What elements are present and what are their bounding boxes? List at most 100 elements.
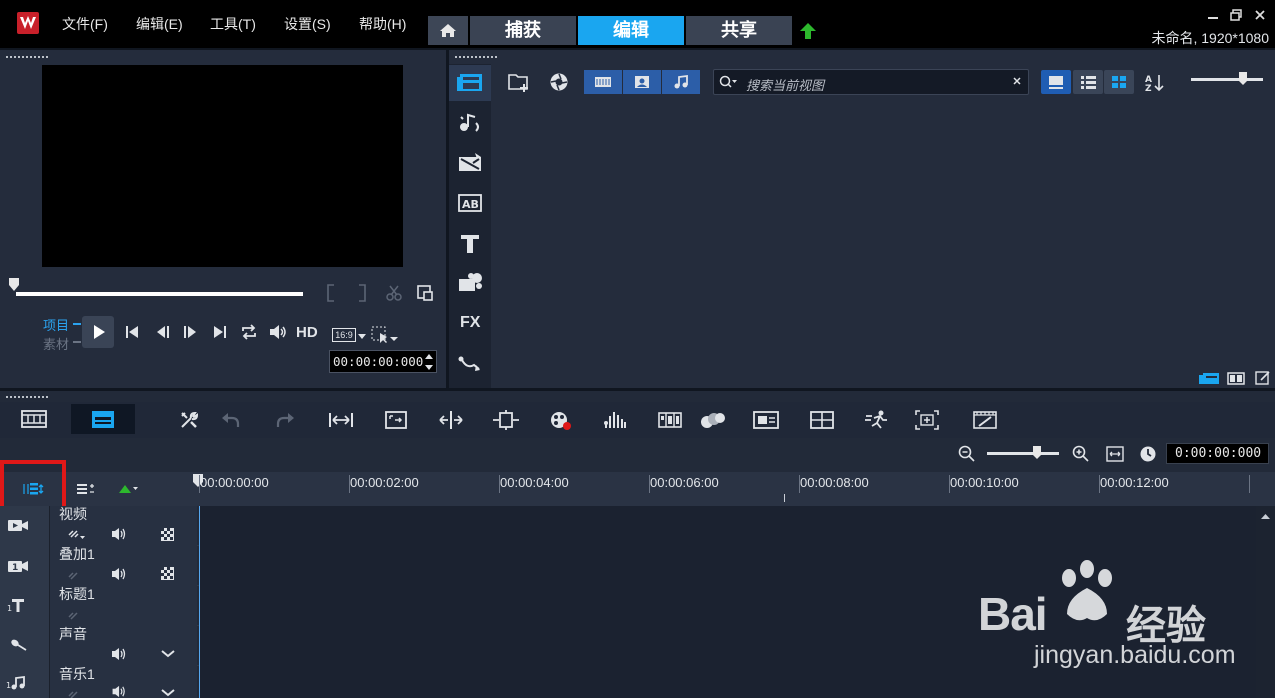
fit-project-icon[interactable] (328, 410, 354, 430)
menu-settings[interactable]: 设置(S) (284, 14, 331, 34)
clear-search-icon[interactable] (1012, 76, 1022, 86)
redo-icon[interactable] (275, 410, 295, 430)
fit-timeline-icon[interactable] (1106, 446, 1124, 462)
enlarge-preview-icon[interactable] (416, 284, 434, 302)
panel-grip[interactable] (5, 395, 49, 399)
mode-clip[interactable]: 素材 (43, 334, 69, 353)
timeline-timecode[interactable]: 0:00:00:000 (1166, 443, 1269, 464)
volume-icon[interactable] (268, 323, 288, 341)
mark-in-icon[interactable] (326, 284, 336, 302)
scrubber-track[interactable] (16, 292, 303, 296)
scrubber-handle[interactable] (8, 277, 20, 293)
filter-video-button[interactable] (584, 70, 622, 94)
thumbnail-view-button[interactable] (1041, 70, 1071, 94)
go-to-end-icon[interactable] (212, 324, 228, 340)
vertical-scrollbar[interactable] (1256, 506, 1275, 698)
link-icon[interactable] (66, 686, 80, 698)
zoom-out-icon[interactable] (958, 445, 976, 463)
sidebar-graphic[interactable] (449, 265, 491, 301)
mute-icon[interactable] (111, 647, 129, 661)
subtitle-editor-icon[interactable] (753, 410, 779, 430)
sidebar-filter[interactable]: FX (449, 305, 491, 341)
link-icon[interactable] (66, 607, 80, 621)
sidebar-instant-project[interactable] (449, 105, 491, 141)
sidebar-title[interactable]: AB (449, 185, 491, 221)
home-button[interactable] (428, 16, 468, 45)
thumbnail-size-handle[interactable] (1239, 72, 1247, 86)
sidebar-path[interactable] (449, 345, 491, 381)
minimize-icon[interactable] (1207, 9, 1219, 21)
music-track-button[interactable]: 1 (0, 666, 50, 698)
aspect-dropdown-icon[interactable] (358, 334, 366, 340)
thumbnail-size-slider[interactable] (1191, 78, 1263, 81)
split-screen-icon[interactable] (438, 410, 464, 430)
mute-icon[interactable] (111, 567, 129, 581)
library-panel-icon[interactable] (1198, 370, 1220, 386)
panel-grip[interactable] (5, 55, 49, 59)
sidebar-transition[interactable] (449, 145, 491, 181)
go-to-start-icon[interactable] (124, 324, 140, 340)
record-screen-icon[interactable] (384, 410, 408, 430)
timeline-zoom-slider[interactable] (987, 452, 1059, 455)
mute-icon[interactable] (111, 527, 129, 541)
mark-out-icon[interactable] (357, 284, 367, 302)
menu-edit[interactable]: 编辑(E) (136, 14, 183, 34)
link-icon[interactable] (66, 567, 80, 581)
timecode-stepper-icon[interactable] (424, 352, 434, 372)
color-grading-icon[interactable] (700, 410, 726, 430)
zoom-in-icon[interactable] (1072, 445, 1090, 463)
audio-waveform-icon[interactable] (603, 410, 627, 430)
track-content[interactable] (200, 666, 1256, 698)
tab-share[interactable]: 共享 (686, 16, 792, 45)
track-content[interactable] (200, 506, 1256, 546)
next-frame-icon[interactable] (182, 324, 198, 340)
capture-aperture-icon[interactable] (549, 72, 569, 92)
menu-help[interactable]: 帮助(H) (359, 14, 406, 34)
video-track-button[interactable] (0, 506, 50, 546)
aspect-ratio-button[interactable]: 16:9 (332, 328, 356, 342)
grid-template-icon[interactable] (810, 410, 834, 430)
mute-icon[interactable] (111, 685, 129, 698)
sort-icon[interactable]: AZ (1145, 73, 1165, 93)
add-folder-icon[interactable] (508, 72, 530, 92)
voice-track-button[interactable] (0, 626, 50, 666)
transparency-icon[interactable] (161, 528, 174, 541)
close-icon[interactable] (1254, 9, 1266, 21)
add-remove-chapter-icon[interactable] (75, 481, 97, 497)
filter-photo-button[interactable] (623, 70, 661, 94)
filter-audio-button[interactable] (662, 70, 700, 94)
multi-camera-icon[interactable] (658, 410, 682, 430)
repeat-icon[interactable] (240, 323, 258, 341)
transparency-icon[interactable] (161, 567, 174, 580)
tab-capture[interactable]: 捕获 (470, 16, 576, 45)
storyboard-view-button[interactable] (2, 404, 66, 434)
motion-tracking-icon[interactable] (549, 410, 573, 432)
search-icon[interactable] (719, 75, 739, 89)
sidebar-media[interactable] (449, 65, 491, 101)
tab-edit[interactable]: 编辑 (578, 16, 684, 45)
speed-time-remap-icon[interactable] (864, 410, 890, 430)
restore-icon[interactable] (1230, 9, 1242, 21)
timeline-zoom-handle[interactable] (1033, 446, 1041, 460)
menu-tools[interactable]: 工具(T) (210, 14, 256, 34)
grid-view-button[interactable] (1104, 70, 1134, 94)
panel-grip[interactable] (454, 55, 498, 59)
expand-track-icon[interactable] (161, 688, 175, 698)
crop-tool-icon[interactable] (371, 326, 399, 344)
upload-icon[interactable] (799, 22, 817, 40)
mode-project[interactable]: 项目 (43, 315, 69, 334)
options-panel-icon[interactable] (1255, 370, 1271, 386)
sidebar-text[interactable] (449, 225, 491, 261)
search-input[interactable]: 搜索当前视图 (746, 75, 824, 94)
overlay-track-button[interactable]: 1 (0, 546, 50, 586)
link-icon[interactable] (66, 526, 86, 540)
menu-file[interactable]: 文件(F) (62, 14, 108, 34)
undo-icon[interactable] (221, 410, 241, 430)
expand-track-icon[interactable] (161, 649, 175, 659)
split-clip-icon[interactable] (385, 284, 403, 302)
tools-icon[interactable] (179, 410, 199, 430)
hd-toggle[interactable]: HD (296, 324, 318, 341)
timeline-view-button[interactable] (71, 404, 135, 434)
video-editing-icon[interactable] (973, 410, 997, 430)
list-view-button[interactable] (1073, 70, 1103, 94)
